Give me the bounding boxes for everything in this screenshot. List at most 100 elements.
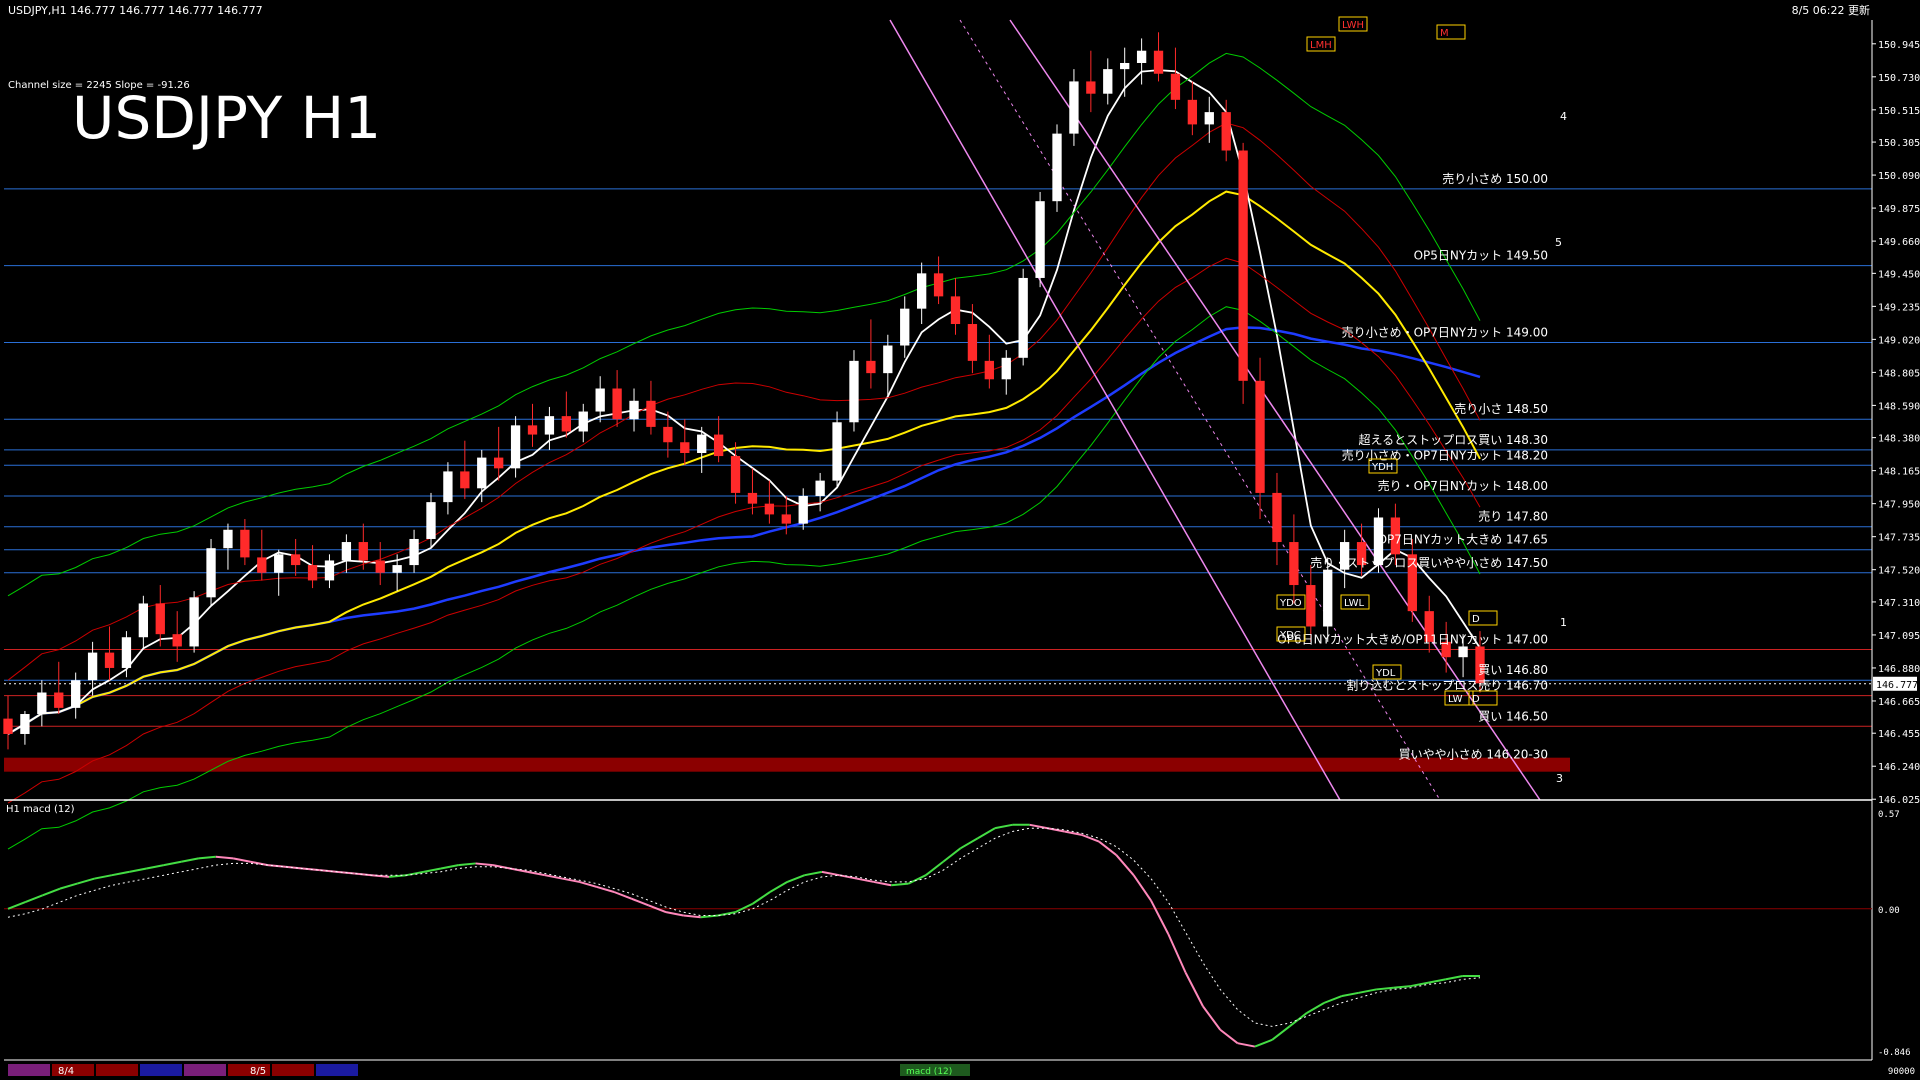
bottom-right-value: 90000 <box>1888 1067 1915 1077</box>
macd-tick-2: -0.846 <box>1878 1048 1911 1058</box>
candle-body-44 <box>747 492 758 504</box>
candle-body-15 <box>257 557 267 573</box>
candle-body-27 <box>460 471 470 489</box>
candle-body-7 <box>121 637 132 668</box>
timeline-segment-7 <box>316 1064 358 1076</box>
range-box-label-0: LWH <box>1342 20 1364 31</box>
candle-body-54 <box>917 273 927 309</box>
price-tick-17: 147.310 <box>1878 598 1920 609</box>
candle-body-74 <box>1255 380 1265 493</box>
candle-body-4 <box>71 680 81 708</box>
candle-body-30 <box>510 425 521 469</box>
candle-body-72 <box>1221 112 1231 151</box>
candle-body-70 <box>1187 99 1198 125</box>
timeline-segment-4 <box>184 1064 226 1076</box>
candle-body-64 <box>1086 81 1096 94</box>
price-tick-22: 146.240 <box>1878 762 1920 773</box>
candle-body-39 <box>663 426 673 443</box>
range-box-label-1: LMH <box>1310 40 1332 51</box>
candle-body-8 <box>138 603 149 638</box>
candle-body-40 <box>680 442 690 453</box>
candle-body-62 <box>1052 133 1062 202</box>
price-tick-13: 148.165 <box>1878 467 1920 478</box>
candle-body-37 <box>629 400 639 420</box>
range-box-label-10: D <box>1472 694 1480 705</box>
candle-body-12 <box>206 548 216 598</box>
price-tick-8: 149.235 <box>1878 302 1920 313</box>
candle-body-43 <box>730 456 741 493</box>
candle-body-78 <box>1323 569 1333 627</box>
price-tick-14: 147.950 <box>1878 500 1920 511</box>
level-label-11: 買い 146.80 <box>1478 663 1548 677</box>
candle-body-9 <box>155 603 165 635</box>
candle-body-29 <box>494 457 504 469</box>
candle-body-13 <box>223 529 233 549</box>
range-box-label-3: YDO <box>1279 598 1302 609</box>
macd-tick-0: 0.57 <box>1878 810 1900 820</box>
price-tick-19: 146.880 <box>1878 664 1920 675</box>
level-label-7: 売り 147.80 <box>1478 509 1548 524</box>
candle-body-41 <box>697 434 707 453</box>
current-price-text: 146.777 <box>1876 680 1918 691</box>
candle-body-33 <box>561 416 571 432</box>
level-label-4: 超えるとストップロス買い 148.30 <box>1359 432 1548 447</box>
candle-body-53 <box>900 308 910 346</box>
candle-body-55 <box>933 273 944 297</box>
level-label-10: OP6日NYカット大きめ/OP11日NYカット 147.00 <box>1277 633 1548 647</box>
candle-body-1 <box>20 714 30 734</box>
price-tick-3: 150.305 <box>1878 138 1920 149</box>
candle-body-38 <box>646 400 656 427</box>
level-label-0: 売り小さめ 150.00 <box>1442 171 1548 186</box>
candle-body-86 <box>1458 646 1468 658</box>
candle-body-5 <box>87 652 98 681</box>
level-band-14 <box>4 757 1570 772</box>
price-tick-1: 150.730 <box>1878 73 1920 84</box>
candle-body-16 <box>274 554 284 573</box>
candle-body-69 <box>1170 73 1181 100</box>
timeline-date-0: 8/4 <box>58 1066 74 1077</box>
candle-body-35 <box>595 388 605 412</box>
price-tick-21: 146.455 <box>1878 729 1920 740</box>
candle-body-46 <box>781 514 791 524</box>
candle-body-50 <box>849 360 859 423</box>
candle-body-75 <box>1272 492 1282 543</box>
candle-body-21 <box>358 542 368 561</box>
range-box-label-2: M <box>1440 28 1449 39</box>
range-box-label-6: YDL <box>1375 668 1396 679</box>
candle-body-71 <box>1204 112 1214 125</box>
chart-background <box>0 0 1920 1080</box>
candle-body-11 <box>189 597 199 647</box>
candle-body-67 <box>1136 50 1147 63</box>
candle-body-77 <box>1306 585 1316 627</box>
range-box-label-9: D <box>1472 614 1480 625</box>
candle-body-58 <box>984 360 994 380</box>
candle-body-14 <box>240 529 250 558</box>
big-title: USDJPY H1 <box>72 84 381 152</box>
candle-body-66 <box>1120 62 1130 70</box>
candle-body-63 <box>1069 81 1079 134</box>
price-tick-15: 147.735 <box>1878 533 1920 544</box>
candle-body-52 <box>883 345 893 374</box>
candle-body-76 <box>1289 542 1299 586</box>
timeline-date-1: 8/5 <box>250 1066 266 1077</box>
timeline-segment-3 <box>140 1064 182 1076</box>
level-label-14: 買いやや小さめ 146.20-30 <box>1399 748 1548 762</box>
candle-body-10 <box>172 634 182 647</box>
timeline-segment-6 <box>272 1064 314 1076</box>
line-marker-0: 4 <box>1560 110 1567 123</box>
candle-body-34 <box>578 411 588 432</box>
candle-body-6 <box>104 652 115 668</box>
candle-body-61 <box>1035 201 1045 278</box>
price-tick-7: 149.450 <box>1878 269 1920 280</box>
level-label-5: 売り小さめ・OP7日NYカット 148.20 <box>1342 447 1548 462</box>
price-tick-2: 150.515 <box>1878 106 1920 117</box>
price-tick-12: 148.380 <box>1878 434 1920 445</box>
price-tick-9: 149.020 <box>1878 335 1920 346</box>
macd-label: H1 macd (12) <box>6 804 75 815</box>
candle-body-60 <box>1018 277 1028 358</box>
level-label-3: 売り小さ 148.50 <box>1454 401 1548 416</box>
macd-tick-1: 0.00 <box>1878 906 1900 916</box>
candle-body-36 <box>612 388 622 420</box>
candle-body-45 <box>764 503 775 515</box>
candle-body-25 <box>426 502 436 539</box>
